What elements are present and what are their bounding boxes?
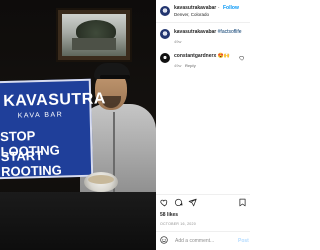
share-icon[interactable] [188, 198, 197, 207]
caption-username[interactable]: kavasutrakavabar [174, 29, 216, 35]
table [0, 192, 156, 250]
commenter-avatar[interactable] [160, 53, 170, 63]
comment-text: 😍🙌 [217, 53, 231, 59]
post-date: OCTOBER 16, 2020 [160, 222, 196, 226]
instagram-post-view: KAVASUTRA KAVA BAR STOP LOOTING START RO… [0, 0, 250, 250]
emoji-icon[interactable] [160, 236, 168, 244]
bookmark-icon[interactable] [238, 198, 247, 207]
caption-time[interactable]: 49w [174, 39, 181, 44]
likes-count[interactable]: 58 likes [160, 212, 178, 218]
sign-brand: KAVASUTRA [3, 90, 107, 111]
comment-icon[interactable] [174, 198, 183, 207]
follow-button[interactable]: Follow [223, 5, 239, 11]
add-comment-input[interactable]: Add a comment... [175, 238, 214, 244]
comment-like-heart-icon[interactable] [239, 55, 245, 61]
comment-reply-button[interactable]: Reply [185, 63, 196, 68]
post-photo[interactable]: KAVASUTRA KAVA BAR STOP LOOTING START RO… [0, 0, 156, 250]
caption: kavasutrakavabar #factsoflife [174, 29, 242, 35]
framed-picture [56, 8, 132, 62]
sign-subtitle: KAVA BAR [17, 111, 64, 120]
comment-time[interactable]: 49w [174, 63, 181, 68]
post-comment-button[interactable]: Post [238, 238, 249, 244]
caption-hashtag[interactable]: #factsoflife [218, 29, 242, 35]
caption-avatar[interactable] [160, 29, 170, 39]
comment: constantgardnerx 😍🙌 [174, 53, 230, 59]
sign-line-2: START ROOTING [0, 147, 62, 180]
heart-icon[interactable] [160, 198, 169, 207]
author-username[interactable]: kavasutrakavabar [174, 5, 216, 11]
post-location[interactable]: Denver, Colorado [174, 12, 209, 17]
comment-username[interactable]: constantgardnerx [174, 53, 216, 59]
protest-sign: KAVASUTRA KAVA BAR STOP LOOTING START RO… [0, 78, 106, 180]
author-avatar[interactable] [160, 6, 170, 16]
